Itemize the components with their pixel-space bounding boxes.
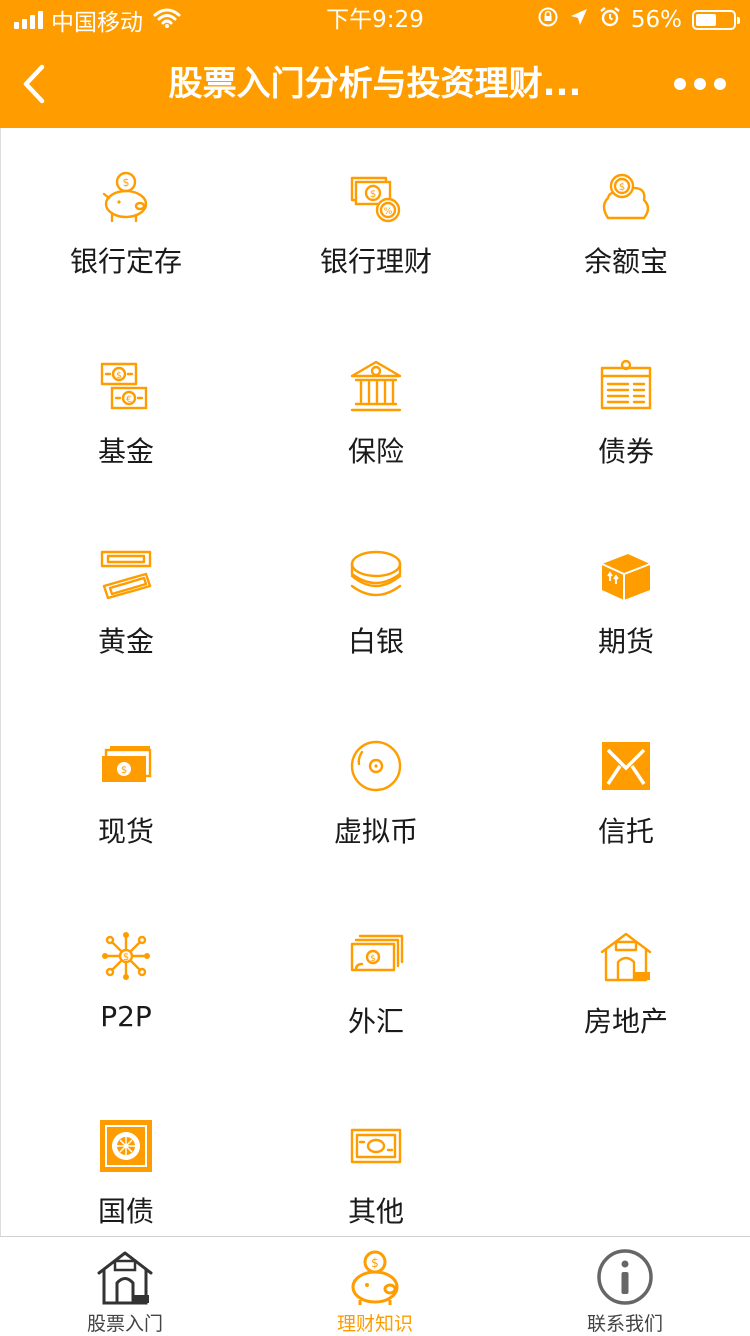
tab-item[interactable]: 股票入门	[0, 1237, 250, 1335]
category-label: 白银	[347, 625, 404, 658]
category-label: 现货	[97, 815, 154, 848]
chevron-left-icon	[23, 64, 45, 104]
category-label: 债券	[597, 435, 654, 468]
more-dot	[714, 78, 726, 90]
svg-text:$: $	[371, 1256, 379, 1270]
category-label: 基金	[97, 435, 154, 468]
treasury-note-icon	[98, 1118, 154, 1174]
battery-percent: 56%	[630, 7, 682, 33]
category-item[interactable]: $ 余额宝	[501, 158, 750, 348]
category-item[interactable]: 国债	[1, 1108, 251, 1236]
svg-text:$: $	[121, 765, 127, 776]
category-label: 黄金	[97, 625, 154, 658]
category-item[interactable]: $ 外汇	[251, 918, 501, 1108]
gold-bars-icon	[98, 548, 154, 604]
more-button[interactable]	[674, 68, 726, 100]
bond-document-icon	[598, 358, 654, 414]
battery-icon	[692, 10, 740, 30]
svg-text:$: $	[116, 371, 122, 381]
status-right: 56%	[537, 0, 740, 40]
finance-categories: $ 银行定存 $% 银行理财 $ 余额宝 $ € 基金 保险 债券 黄金 白银 期货 $ 现货 虚拟币 信托 $ P2…	[0, 128, 750, 1236]
alarm-icon	[599, 6, 621, 34]
category-label: 余额宝	[583, 245, 668, 278]
rotation-lock-icon	[537, 6, 559, 34]
category-label: 期货	[597, 625, 654, 658]
currency-notes-icon: $ €	[98, 358, 154, 414]
nav-bar: 股票入门分析与投资理财...	[0, 40, 750, 128]
location-icon	[569, 7, 589, 33]
page-title: 股票入门分析与投资理财...	[168, 64, 582, 104]
svg-text:$: $	[619, 182, 625, 193]
house-icon	[598, 928, 654, 984]
category-item[interactable]: 债券	[501, 348, 750, 538]
piggy-bank-icon: $	[98, 168, 154, 224]
category-label: P2P	[100, 1000, 152, 1033]
svg-text:€: €	[126, 395, 132, 405]
category-item[interactable]: $% 银行理财	[251, 158, 501, 348]
svg-text:$: $	[370, 954, 376, 964]
category-item[interactable]: 其他	[251, 1108, 501, 1236]
category-item[interactable]: 保险	[251, 348, 501, 538]
info-icon	[595, 1247, 655, 1307]
money-stack-icon: $	[348, 928, 404, 984]
category-label: 信托	[597, 815, 654, 848]
category-item[interactable]: $ € 基金	[1, 348, 251, 538]
virtual-coin-icon	[348, 738, 404, 794]
category-grid: $ 银行定存 $% 银行理财 $ 余额宝 $ € 基金 保险 债券 黄金 白银 期货 $ 现货 虚拟币 信托 $ P2…	[1, 158, 750, 1236]
coin-stack-icon	[348, 548, 404, 604]
tab-label: 理财知识	[336, 1313, 413, 1335]
bank-building-icon	[348, 358, 404, 414]
category-label: 银行理财	[319, 245, 432, 278]
category-label: 保险	[347, 435, 404, 468]
category-item[interactable]: 虚拟币	[251, 728, 501, 918]
house-tab-icon	[95, 1247, 155, 1307]
category-label: 虚拟币	[333, 815, 418, 848]
status-bar: 中国移动 下午9:29 56%	[0, 0, 750, 40]
category-item[interactable]: 期货	[501, 538, 750, 728]
category-item[interactable]: $ 银行定存	[1, 158, 251, 348]
category-item[interactable]: $ 现货	[1, 728, 251, 918]
category-item[interactable]: 信托	[501, 728, 750, 918]
svg-text:$: $	[123, 176, 130, 189]
tab-label: 联系我们	[586, 1313, 663, 1335]
coin-bag-icon: $	[598, 168, 654, 224]
network-icon: $	[98, 928, 154, 984]
category-item[interactable]: 黄金	[1, 538, 251, 728]
tab-label: 股票入门	[86, 1313, 163, 1335]
category-item[interactable]: $ P2P	[1, 918, 251, 1108]
more-dot	[674, 78, 686, 90]
more-dot	[694, 78, 706, 90]
category-label: 银行定存	[69, 245, 182, 278]
back-button[interactable]	[14, 60, 54, 108]
tab-item[interactable]: $ 理财知识	[250, 1237, 500, 1335]
category-label: 房地产	[583, 1005, 668, 1038]
category-label: 外汇	[347, 1005, 404, 1038]
svg-text:%: %	[384, 207, 393, 217]
piggy-bank-tab-icon: $	[345, 1247, 405, 1307]
banknote-icon	[348, 1118, 404, 1174]
banknote-stack-icon: $	[98, 738, 154, 794]
category-item[interactable]: 房地产	[501, 918, 750, 1108]
tab-item[interactable]: 联系我们	[500, 1237, 750, 1335]
category-item[interactable]: 白银	[251, 538, 501, 728]
cargo-box-icon	[598, 548, 654, 604]
category-label: 国债	[97, 1195, 154, 1228]
envelope-icon	[598, 738, 654, 794]
tab-bar: 股票入门 $ 理财知识 联系我们	[0, 1236, 750, 1335]
cash-coin-icon: $%	[348, 168, 404, 224]
category-label: 其他	[347, 1195, 404, 1228]
svg-text:$: $	[370, 189, 376, 200]
